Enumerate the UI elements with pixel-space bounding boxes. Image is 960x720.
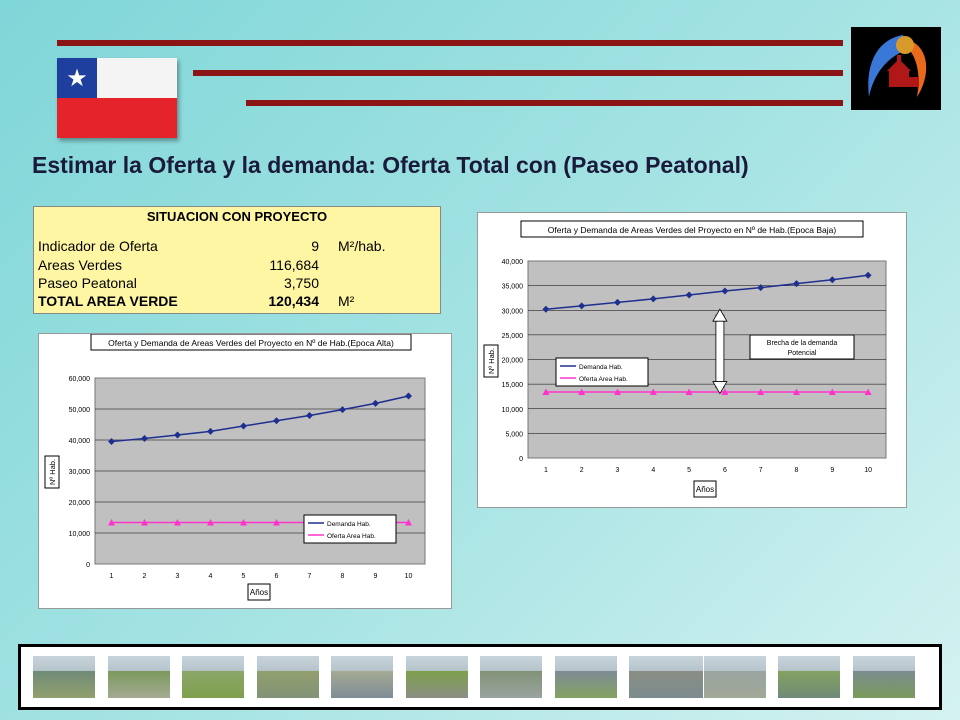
y-tick-label: 15,000 — [502, 382, 524, 389]
x-tick-label: 6 — [275, 573, 279, 580]
row-value: 3,750 — [283, 275, 319, 291]
x-axis-label: Años — [696, 485, 714, 494]
top-bar-2 — [193, 70, 843, 76]
grass-photo-icon — [405, 656, 468, 698]
y-axis-label: Nº Hab. — [48, 459, 57, 485]
municipal-logo-icon — [851, 27, 941, 110]
chart-epoca-baja-svg: Oferta y Demanda de Areas Verdes del Pro… — [483, 220, 887, 498]
x-tick-label: 7 — [759, 467, 763, 474]
field-photo-icon — [703, 656, 766, 698]
annotation-text-line-2: Potencial — [788, 350, 817, 357]
table-row: Indicador de Oferta 9 M²/hab. — [38, 238, 434, 256]
row-label: TOTAL AREA VERDE — [38, 293, 178, 309]
x-tick-label: 8 — [341, 573, 345, 580]
x-tick-label: 3 — [616, 467, 620, 474]
x-tick-label: 4 — [209, 573, 213, 580]
row-label: Areas Verdes — [38, 257, 123, 273]
x-tick-label: 10 — [405, 573, 413, 580]
x-tick-label: 4 — [651, 467, 655, 474]
x-tick-label: 9 — [830, 467, 834, 474]
table-row: TOTAL AREA VERDE 120,434 M² — [38, 293, 434, 311]
y-tick-label: 10,000 — [502, 407, 524, 414]
y-tick-label: 30,000 — [502, 308, 524, 315]
x-tick-label: 1 — [110, 573, 114, 580]
chart-epoca-alta: Oferta y Demanda de Areas Verdes del Pro… — [38, 333, 452, 609]
x-tick-label: 7 — [308, 573, 312, 580]
y-tick-label: 35,000 — [502, 284, 524, 291]
y-axis-label: Nº Hab. — [487, 348, 496, 374]
y-tick-label: 0 — [86, 562, 90, 569]
y-tick-label: 25,000 — [502, 333, 524, 340]
x-tick-label: 1 — [544, 467, 548, 474]
path-photo-icon — [256, 656, 319, 698]
field-photo-icon — [331, 656, 393, 698]
river-photo-icon — [554, 656, 617, 698]
table-row: Paseo Peatonal 3,750 — [38, 275, 434, 293]
row-unit: M² — [338, 293, 355, 309]
x-tick-label: 5 — [687, 467, 691, 474]
trees-photo-icon — [778, 656, 840, 698]
row-value: 120,434 — [268, 293, 319, 309]
y-tick-label: 10,000 — [69, 531, 91, 538]
river-photo-icon — [33, 656, 95, 698]
x-tick-label: 10 — [864, 467, 872, 474]
top-bar-1 — [57, 40, 843, 46]
x-tick-label: 6 — [723, 467, 727, 474]
y-tick-label: 0 — [519, 456, 523, 463]
chart-epoca-alta-svg: Oferta y Demanda de Areas Verdes del Pro… — [44, 333, 426, 601]
legend-label: Demanda Hab. — [327, 521, 371, 528]
legend-label: Oferta Area Hab. — [579, 376, 628, 383]
x-tick-label: 3 — [176, 573, 180, 580]
annotation-text-line-1: Brecha de la demanda — [767, 340, 838, 347]
x-tick-label: 2 — [143, 573, 147, 580]
chart-epoca-baja: Oferta y Demanda de Areas Verdes del Pro… — [477, 212, 907, 508]
row-label: Indicador de Oferta — [38, 238, 158, 254]
y-tick-label: 40,000 — [69, 438, 91, 445]
y-tick-label: 20,000 — [502, 358, 524, 365]
y-tick-label: 40,000 — [502, 259, 524, 266]
legend-label: Demanda Hab. — [579, 364, 623, 371]
page-title: Estimar la Oferta y la demanda: Oferta T… — [32, 152, 749, 178]
legend-label: Oferta Area Hab. — [327, 533, 376, 540]
row-label: Paseo Peatonal — [38, 275, 137, 291]
trees-photo-icon — [107, 656, 170, 698]
row-value: 116,684 — [269, 257, 319, 273]
x-tick-label: 9 — [374, 573, 378, 580]
x-tick-label: 2 — [580, 467, 584, 474]
x-axis-label: Años — [250, 588, 268, 597]
y-tick-label: 5,000 — [505, 431, 523, 438]
project-situation-table: SITUACION CON PROYECTO Indicador de Ofer… — [33, 206, 441, 314]
river-photo-icon — [182, 656, 244, 698]
river-photo-icon — [852, 656, 915, 698]
chile-flag-icon: ★ — [57, 58, 177, 138]
trees-photo-icon — [480, 656, 542, 698]
row-value: 9 — [311, 238, 319, 254]
bridge-photo-icon — [629, 656, 703, 698]
y-tick-label: 20,000 — [69, 500, 91, 507]
y-tick-label: 60,000 — [69, 376, 91, 383]
top-bar-3 — [246, 100, 843, 106]
x-tick-label: 5 — [242, 573, 246, 580]
y-tick-label: 30,000 — [69, 469, 91, 476]
table-row: Areas Verdes 116,684 — [38, 257, 434, 275]
y-tick-label: 50,000 — [69, 407, 91, 414]
x-tick-label: 8 — [795, 467, 799, 474]
row-unit: M²/hab. — [338, 238, 386, 254]
table-header: SITUACION CON PROYECTO — [146, 209, 328, 224]
demand-gap-arrow — [715, 314, 725, 388]
chart-title: Oferta y Demanda de Areas Verdes del Pro… — [548, 225, 837, 235]
photo-strip — [18, 644, 942, 710]
chart-title: Oferta y Demanda de Areas Verdes del Pro… — [108, 338, 394, 348]
